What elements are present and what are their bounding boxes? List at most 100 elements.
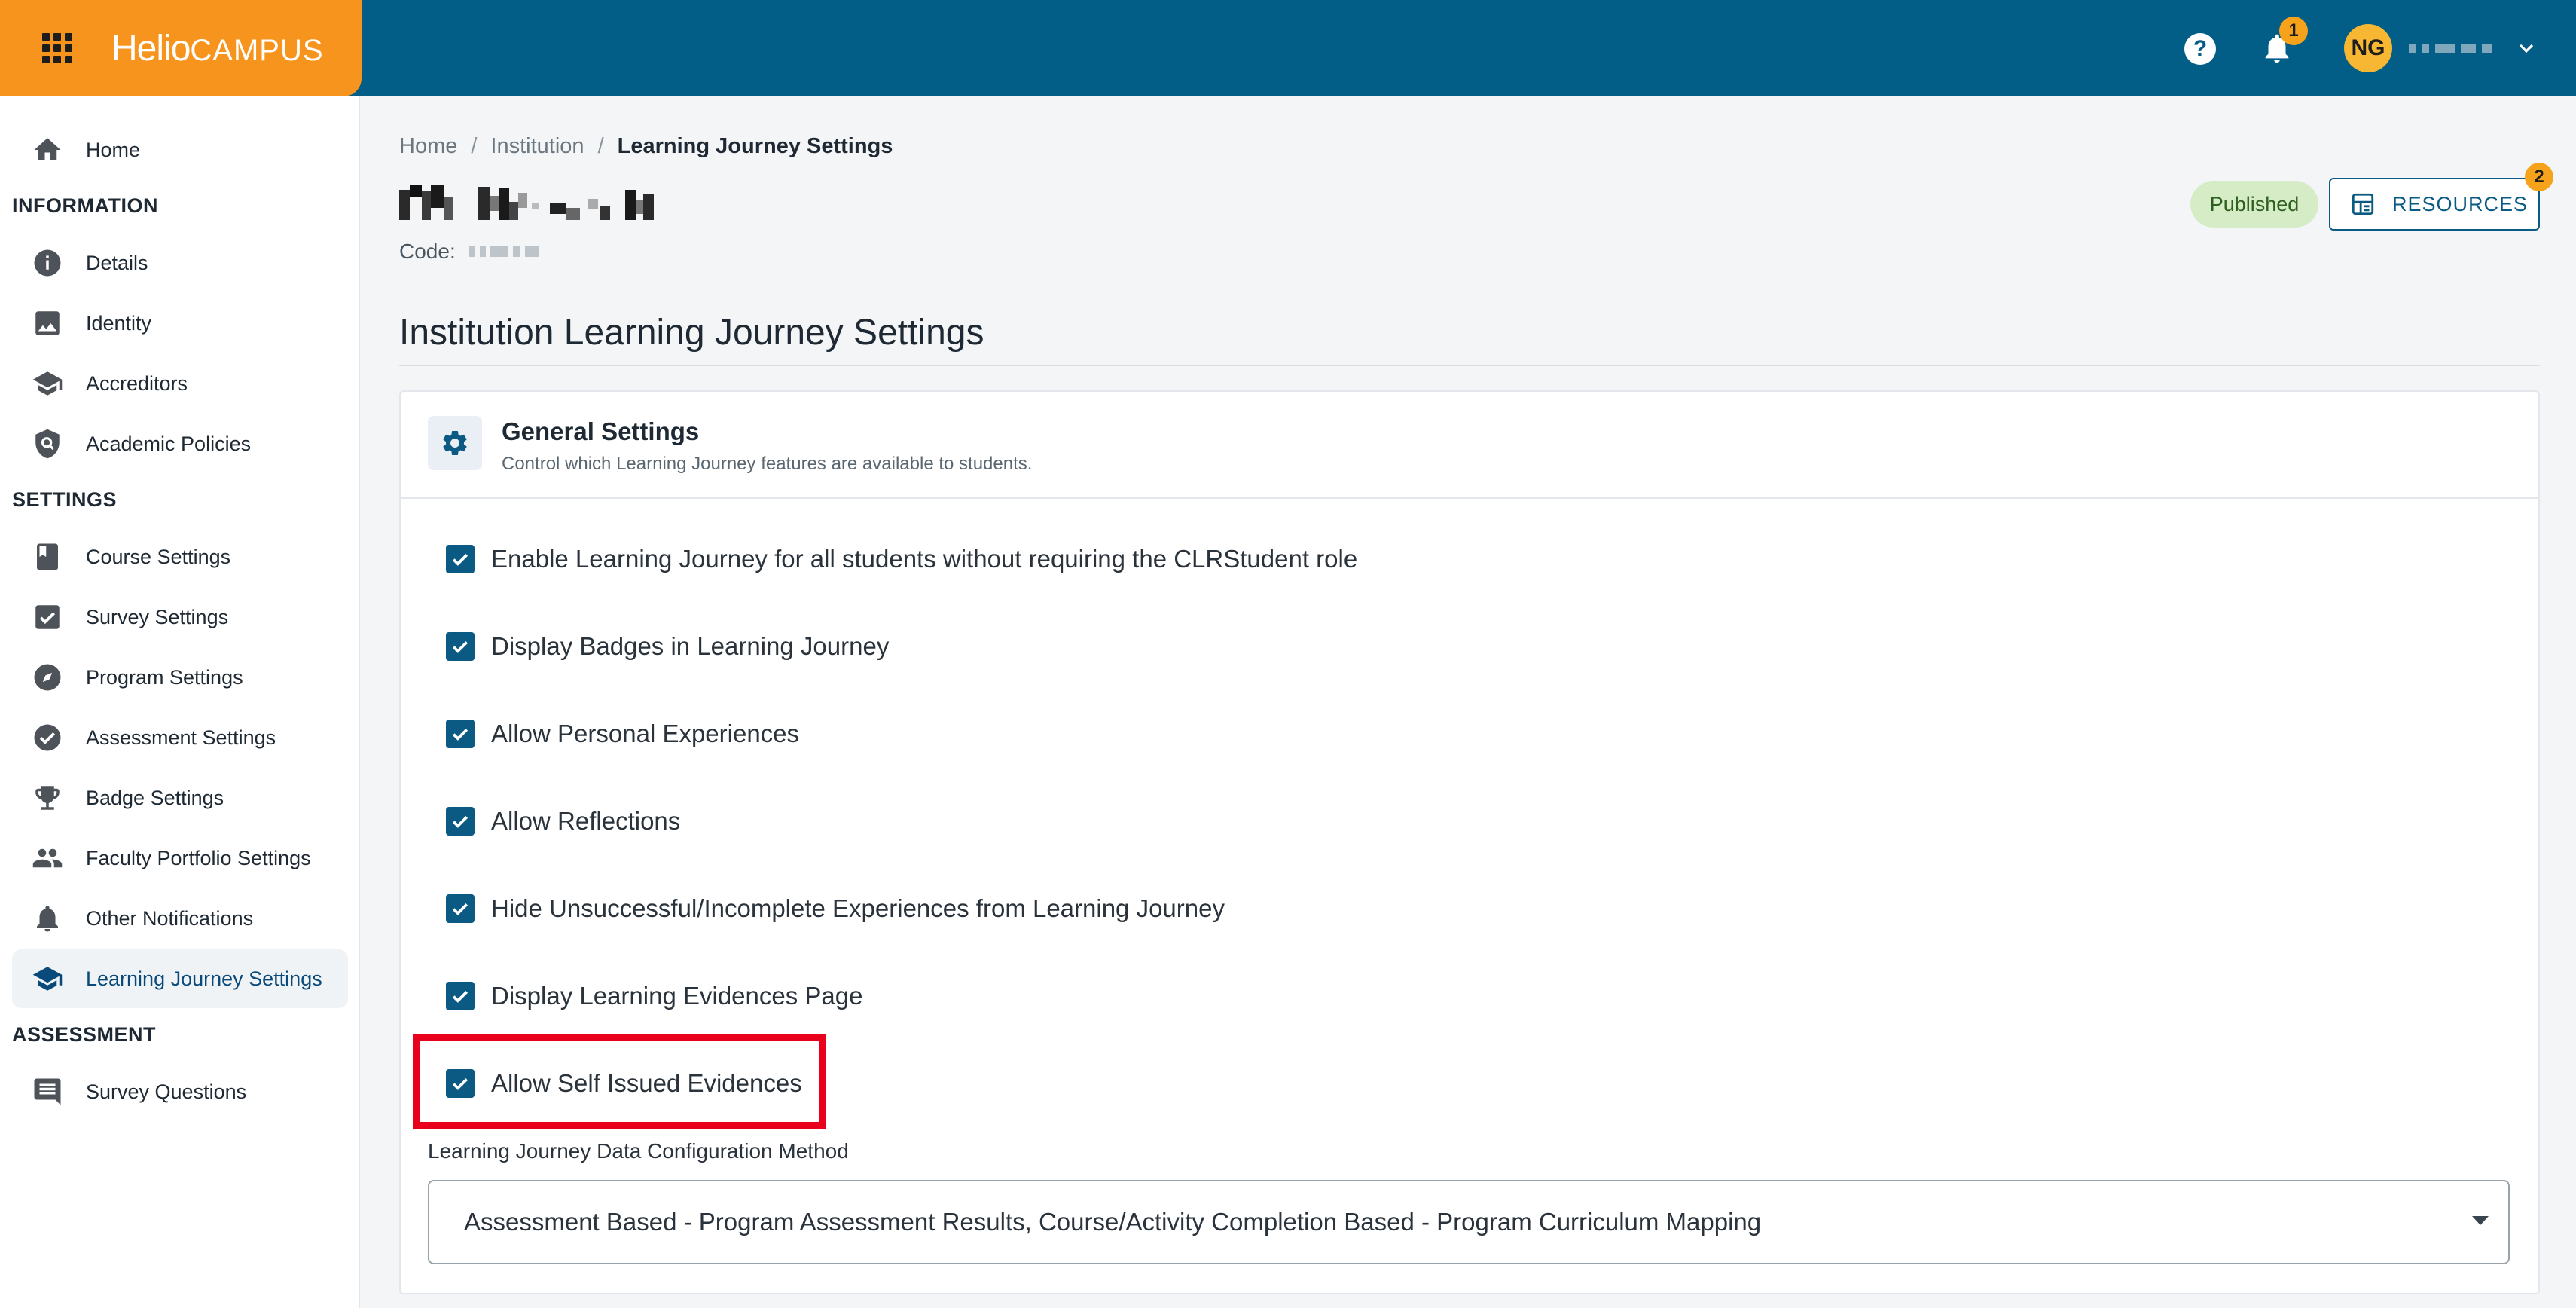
brand-area: Helio CAMPUS — [0, 0, 362, 96]
sidebar-item-label: Learning Journey Settings — [86, 967, 322, 990]
checkbox-checked[interactable] — [446, 632, 475, 661]
config-method-select[interactable]: Assessment Based - Program Assessment Re… — [428, 1180, 2510, 1264]
sidebar-item-survey-questions[interactable]: Survey Questions — [12, 1062, 348, 1121]
option-label: Allow Reflections — [491, 807, 681, 835]
help-icon[interactable]: ? — [2184, 33, 2216, 65]
graduation-cap-icon — [32, 967, 63, 991]
sidebar-item-course-settings[interactable]: Course Settings — [12, 527, 348, 586]
code-label: Code: — [399, 240, 456, 263]
sidebar-item-label: Details — [86, 251, 148, 274]
option-label: Enable Learning Journey for all students… — [491, 545, 1358, 573]
logo[interactable]: Helio CAMPUS — [111, 28, 324, 69]
logo-helio: Helio — [111, 28, 191, 69]
option-label: Display Badges in Learning Journey — [491, 632, 890, 660]
option-hide-unsuccessful-experiences[interactable]: Hide Unsuccessful/Incomplete Experiences… — [446, 888, 1225, 930]
option-label: Allow Self Issued Evidences — [491, 1069, 802, 1097]
checkmark-icon — [452, 641, 469, 653]
sidebar-item-assessment-settings[interactable]: Assessment Settings — [12, 708, 348, 767]
notifications-button[interactable]: 1 — [2260, 17, 2308, 66]
card-subtitle: Control which Learning Journey features … — [502, 454, 1033, 474]
resources-count-badge: 2 — [2525, 163, 2553, 191]
checkbox-checked[interactable] — [446, 807, 475, 836]
sidebar-item-label: Academic Policies — [86, 432, 252, 455]
option-display-badges[interactable]: Display Badges in Learning Journey — [446, 625, 889, 668]
top-bar: Helio CAMPUS ? 1 NG — [0, 0, 2576, 96]
option-label: Allow Personal Experiences — [491, 720, 800, 747]
option-allow-personal-experiences[interactable]: Allow Personal Experiences — [446, 713, 799, 755]
title-divider — [399, 365, 2540, 366]
sidebar-item-label: Badge Settings — [86, 786, 224, 809]
graduation-cap-icon — [32, 371, 63, 396]
card-header: General Settings Control which Learning … — [401, 392, 2538, 499]
notification-count-badge: 1 — [2279, 17, 2308, 45]
dropdown-arrow-icon — [2472, 1216, 2489, 1225]
sidebar-item-details[interactable]: Details — [12, 234, 348, 292]
sidebar-item-home[interactable]: Home — [12, 121, 348, 179]
logo-campus: CAMPUS — [190, 33, 324, 67]
sidebar-item-label: Accreditors — [86, 371, 188, 395]
config-method-label: Learning Journey Data Configuration Meth… — [428, 1139, 849, 1163]
sidebar: Home INFORMATION Details Identity Accred… — [0, 96, 360, 1308]
checkbox-checked[interactable] — [446, 720, 475, 748]
checkmark-icon — [452, 991, 469, 1003]
dashboard-icon — [2352, 193, 2374, 215]
compass-icon — [34, 664, 61, 691]
sidebar-item-academic-policies[interactable]: Academic Policies — [12, 414, 348, 473]
people-icon — [32, 848, 63, 868]
sidebar-item-identity[interactable]: Identity — [12, 294, 348, 353]
checkmark-icon — [452, 554, 469, 566]
resources-button[interactable]: RESOURCES — [2329, 178, 2540, 231]
settings-icon-box — [428, 416, 482, 470]
sidebar-section-information: INFORMATION — [12, 194, 158, 217]
checkmark-icon — [452, 816, 469, 828]
policy-shield-icon — [35, 429, 60, 459]
checkbox-checked[interactable] — [446, 1069, 475, 1098]
checkmark-icon — [452, 729, 469, 741]
option-allow-self-issued-evidences[interactable]: Allow Self Issued Evidences — [446, 1062, 802, 1105]
breadcrumb: Home / Institution / Learning Journey Se… — [399, 134, 893, 159]
checkbox-checked[interactable] — [446, 545, 475, 573]
info-icon — [34, 249, 61, 277]
checkmark-icon — [452, 903, 469, 915]
trophy-icon — [35, 786, 60, 810]
sidebar-item-badge-settings[interactable]: Badge Settings — [12, 769, 348, 827]
sidebar-item-label: Faculty Portfolio Settings — [86, 846, 311, 869]
institution-code: Code: — [399, 240, 539, 264]
sidebar-item-label: Survey Settings — [86, 605, 229, 628]
sidebar-item-accreditors[interactable]: Accreditors — [12, 354, 348, 413]
breadcrumb-separator: / — [597, 134, 604, 158]
sidebar-item-label: Assessment Settings — [86, 726, 276, 749]
checkbox-checked[interactable] — [446, 982, 475, 1010]
config-method-value: Assessment Based - Program Assessment Re… — [464, 1208, 1762, 1236]
sidebar-item-learning-journey-settings[interactable]: Learning Journey Settings — [12, 949, 348, 1008]
breadcrumb-institution[interactable]: Institution — [490, 134, 584, 159]
book-icon — [37, 543, 58, 570]
sidebar-item-label: Home — [86, 138, 141, 161]
option-enable-learning-journey[interactable]: Enable Learning Journey for all students… — [446, 538, 1357, 580]
home-icon — [34, 138, 61, 160]
sidebar-section-settings: SETTINGS — [12, 488, 118, 511]
sidebar-item-survey-settings[interactable]: Survey Settings — [12, 588, 348, 646]
sidebar-item-other-notifications[interactable]: Other Notifications — [12, 889, 348, 948]
sidebar-item-label: Identity — [86, 311, 152, 335]
sidebar-item-program-settings[interactable]: Program Settings — [12, 648, 348, 707]
page-title: Institution Learning Journey Settings — [399, 313, 984, 353]
sidebar-item-faculty-portfolio-settings[interactable]: Faculty Portfolio Settings — [12, 829, 348, 888]
resources-label: RESOURCES — [2392, 192, 2529, 215]
user-avatar[interactable]: NG — [2344, 24, 2392, 72]
checkbox-checked[interactable] — [446, 894, 475, 923]
option-allow-reflections[interactable]: Allow Reflections — [446, 800, 680, 842]
bell-icon — [37, 906, 58, 932]
sidebar-section-assessment: ASSESSMENT — [12, 1023, 157, 1046]
breadcrumb-current: Learning Journey Settings — [617, 134, 893, 158]
sidebar-item-label: Program Settings — [86, 665, 243, 689]
option-label: Hide Unsuccessful/Incomplete Experiences… — [491, 894, 1225, 922]
institution-name-redacted — [399, 185, 654, 220]
breadcrumb-home[interactable]: Home — [399, 134, 457, 159]
chevron-down-icon[interactable] — [2514, 36, 2538, 60]
option-label: Display Learning Evidences Page — [491, 982, 863, 1010]
option-display-learning-evidences-page[interactable]: Display Learning Evidences Page — [446, 975, 862, 1017]
user-name-redacted — [2409, 41, 2492, 55]
apps-grid-icon[interactable] — [42, 33, 72, 63]
card-title: General Settings — [502, 417, 700, 445]
